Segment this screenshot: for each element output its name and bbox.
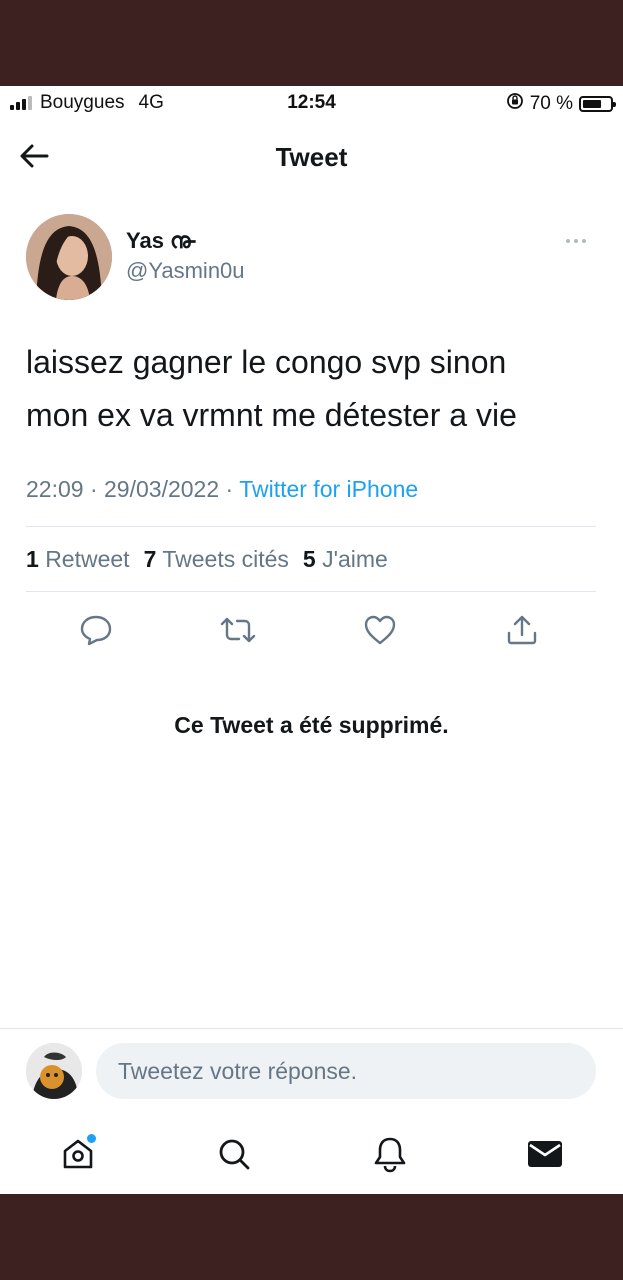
tweet-source-link[interactable]: Twitter for iPhone bbox=[239, 476, 418, 502]
nav-bar: Tweet bbox=[0, 122, 623, 192]
photo-frame-top bbox=[0, 0, 623, 86]
meta-separator: · bbox=[225, 476, 234, 502]
new-content-dot bbox=[87, 1134, 96, 1143]
tab-home[interactable] bbox=[54, 1130, 102, 1178]
reply-button[interactable] bbox=[76, 610, 116, 650]
tweet-stats: 1 Retweet 7 Tweets cités 5 J'aime bbox=[26, 546, 388, 573]
tweet-meta: 22:09 · 29/03/2022 · Twitter for iPhone bbox=[26, 476, 418, 503]
reply-icon bbox=[80, 615, 112, 646]
more-dot bbox=[582, 239, 586, 243]
notifications-icon bbox=[374, 1137, 406, 1173]
search-icon bbox=[219, 1139, 250, 1170]
author-handle[interactable]: @Yasmin0u bbox=[126, 258, 245, 284]
retweets-stat[interactable]: 1 Retweet bbox=[26, 546, 130, 573]
orientation-lock-icon bbox=[506, 92, 524, 116]
more-dot bbox=[566, 239, 570, 243]
user-avatar[interactable] bbox=[26, 1043, 82, 1099]
retweets-count: 1 bbox=[26, 546, 39, 572]
author-avatar[interactable] bbox=[26, 214, 112, 300]
messages-icon bbox=[528, 1141, 562, 1167]
divider bbox=[26, 591, 596, 592]
tweet-actions bbox=[26, 606, 596, 656]
status-right: 70 % bbox=[506, 92, 616, 116]
more-dot bbox=[574, 239, 578, 243]
reply-bar bbox=[0, 1028, 623, 1108]
like-icon bbox=[364, 615, 396, 645]
share-icon bbox=[507, 615, 537, 645]
tweet-text-line: laissez gagner le congo svp sinon bbox=[26, 344, 507, 380]
page-title: Tweet bbox=[275, 142, 348, 172]
quotes-count: 7 bbox=[143, 546, 157, 572]
tweet-author: Yas ൹ @Yasmin0u bbox=[26, 214, 596, 304]
meta-separator: · bbox=[89, 476, 98, 502]
tab-search[interactable] bbox=[210, 1130, 258, 1178]
battery-label: 70 % bbox=[529, 93, 573, 114]
tab-notifications[interactable] bbox=[366, 1130, 414, 1178]
tab-bar bbox=[0, 1116, 623, 1194]
share-button[interactable] bbox=[502, 610, 542, 650]
reply-input[interactable] bbox=[96, 1043, 596, 1099]
photo-frame-bottom bbox=[0, 1194, 623, 1280]
likes-count: 5 bbox=[302, 546, 316, 572]
like-button[interactable] bbox=[360, 610, 400, 650]
tab-messages[interactable] bbox=[521, 1130, 569, 1178]
retweet-icon bbox=[220, 617, 256, 643]
status-bar: Bouygues 4G 12:54 70 % bbox=[0, 86, 623, 122]
likes-stat[interactable]: 5 J'aime bbox=[303, 546, 388, 573]
battery-icon bbox=[579, 96, 616, 112]
deleted-tweet-notice: Ce Tweet a été supprimé. bbox=[174, 712, 449, 738]
tweet-text-line: mon ex va vrmnt me détester a vie bbox=[26, 397, 517, 433]
tweet-text: laissez gagner le congo svp sinon mon ex… bbox=[26, 336, 596, 442]
quotes-stat[interactable]: 7 Tweets cités bbox=[144, 546, 289, 573]
quotes-label: Tweets cités bbox=[162, 546, 289, 572]
likes-label: J'aime bbox=[322, 546, 388, 572]
tweet-time: 22:09 bbox=[26, 476, 84, 502]
more-options-button[interactable] bbox=[566, 234, 594, 248]
divider bbox=[26, 526, 596, 527]
retweet-button[interactable] bbox=[218, 610, 258, 650]
phone-screen: Bouygues 4G 12:54 70 % Tweet Yas ൹ @Yasm… bbox=[0, 86, 623, 1194]
author-name[interactable]: Yas ൹ bbox=[126, 228, 195, 254]
retweets-label: Retweet bbox=[45, 546, 130, 572]
tweet-date: 29/03/2022 bbox=[104, 476, 220, 502]
